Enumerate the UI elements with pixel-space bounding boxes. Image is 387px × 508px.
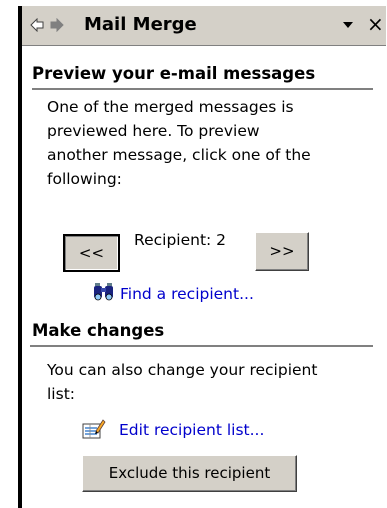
preview-description-line: following: xyxy=(47,170,122,188)
edit-list-icon xyxy=(82,419,106,439)
exclude-recipient-button[interactable]: Exclude this recipient xyxy=(82,455,297,492)
make-changes-heading-rule xyxy=(30,345,373,347)
preview-description-line: another message, click one of the xyxy=(47,146,311,164)
forward-arrow-icon[interactable] xyxy=(50,18,64,32)
preview-heading: Preview your e-mail messages xyxy=(32,64,316,83)
preview-heading-rule xyxy=(32,88,373,90)
task-pane-title: Mail Merge xyxy=(84,14,197,35)
close-icon[interactable]: × xyxy=(367,14,384,34)
next-recipient-button[interactable]: >> xyxy=(255,232,309,271)
edit-recipient-list-link[interactable]: Edit recipient list... xyxy=(119,421,264,439)
make-changes-heading: Make changes xyxy=(32,321,165,340)
find-recipient-link[interactable]: Find a recipient... xyxy=(120,285,254,303)
dropdown-triangle-icon[interactable] xyxy=(343,22,353,28)
preview-description-line: One of the merged messages is xyxy=(47,98,294,116)
recipient-counter: Recipient: 2 xyxy=(134,231,227,249)
back-arrow-icon[interactable] xyxy=(30,18,44,32)
make-changes-description-line: You can also change your recipient xyxy=(47,361,318,379)
make-changes-description: You can also change your recipient list: xyxy=(47,358,367,406)
previous-recipient-button[interactable]: << xyxy=(63,234,120,272)
preview-description: One of the merged messages is previewed … xyxy=(47,95,367,191)
task-pane-titlebar: Mail Merge × xyxy=(22,6,386,46)
pane-left-border xyxy=(18,6,22,508)
preview-description-line: previewed here. To preview xyxy=(47,122,260,140)
make-changes-description-line: list: xyxy=(47,385,75,403)
binoculars-icon xyxy=(94,283,113,301)
